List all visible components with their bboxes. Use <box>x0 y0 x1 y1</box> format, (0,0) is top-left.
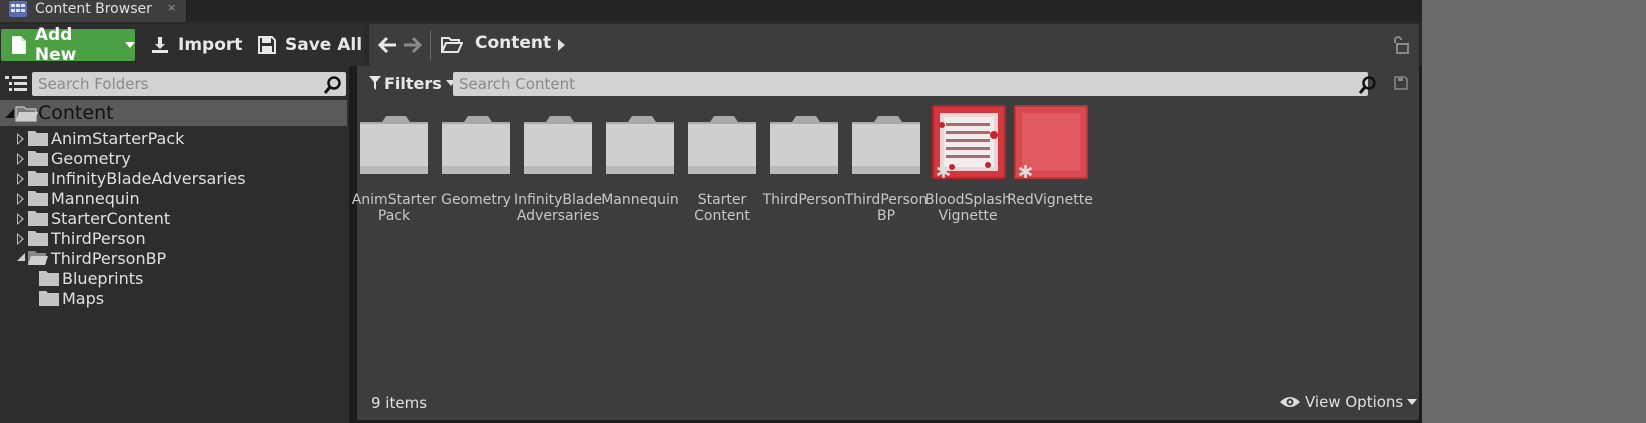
tab-close-icon[interactable]: × <box>167 1 176 14</box>
lock-icon[interactable] <box>1391 35 1411 55</box>
folder-icon <box>28 131 48 146</box>
collapsed-arrow-icon[interactable] <box>17 173 24 185</box>
content-browser-icon <box>9 1 27 17</box>
folder-icon <box>28 231 48 246</box>
asterisk-icon <box>936 165 951 178</box>
path-segment-content[interactable]: Content <box>475 33 551 53</box>
tree-item-label: Mannequin <box>51 189 140 208</box>
collapsed-arrow-icon[interactable] <box>17 213 24 225</box>
new-file-icon <box>11 36 26 54</box>
toolbar-actions: Add New Import Save All <box>0 24 364 66</box>
asset-tile-folder[interactable]: Mannequin <box>599 102 681 220</box>
save-all-button[interactable]: Save All <box>257 29 362 61</box>
save-all-label: Save All <box>285 35 363 55</box>
folder-icon <box>39 271 59 286</box>
item-count: 9 items <box>371 394 428 412</box>
eye-icon <box>1280 397 1300 407</box>
tab-content-browser[interactable]: Content Browser × <box>0 0 187 22</box>
folder-icon <box>360 116 428 174</box>
divider <box>430 30 431 60</box>
import-label: Import <box>178 35 243 55</box>
folder-icon <box>442 116 510 174</box>
search-icon[interactable] <box>324 76 342 94</box>
add-new-button[interactable]: Add New <box>1 25 135 65</box>
tab-title: Content Browser <box>35 1 152 17</box>
asset-tile-folder[interactable]: ThirdPerson BP <box>845 102 927 224</box>
filters-button[interactable]: Filters <box>369 71 456 95</box>
asset-tile-texture[interactable]: BloodSplash Vignette <box>925 102 1011 224</box>
path-chevron-right-icon[interactable] <box>558 39 565 51</box>
asset-tile-folder[interactable]: Starter Content <box>681 102 763 224</box>
search-icon[interactable] <box>1359 76 1377 94</box>
sources-panel-toggle-icon[interactable] <box>5 75 27 93</box>
folder-icon <box>606 116 674 174</box>
tab-bar: Content Browser × <box>0 0 1422 22</box>
save-search-icon[interactable] <box>1394 76 1408 90</box>
folder-icon <box>688 116 756 174</box>
tree-item-label: InfinityBladeAdversaries <box>51 169 246 188</box>
tree-item-content-root[interactable]: Content <box>0 100 347 126</box>
tree-item-label: Content <box>38 102 114 124</box>
editor-background <box>1422 0 1646 423</box>
add-new-label: Add New <box>34 25 77 65</box>
save-icon <box>258 36 276 54</box>
collapsed-arrow-icon[interactable] <box>17 233 24 245</box>
open-folder-icon <box>15 106 38 122</box>
folder-tree-panel: Content AnimStarterPack Geometry Infinit… <box>0 66 349 423</box>
folder-icon <box>770 116 838 174</box>
expanded-arrow-icon[interactable] <box>17 253 25 261</box>
folder-icon <box>28 151 48 166</box>
expanded-arrow-icon[interactable] <box>5 109 14 118</box>
content-browser-window: Content Browser × Add New Import Save Al… <box>0 0 1422 423</box>
asset-name: RedVignette <box>1007 192 1093 208</box>
tree-item-label: AnimStarterPack <box>51 129 185 148</box>
chevron-down-icon <box>1407 399 1418 405</box>
folder-icon <box>28 171 48 186</box>
asset-tile-folder[interactable]: ThirdPerson <box>763 102 845 220</box>
search-content-input[interactable] <box>453 72 1368 96</box>
open-folder-icon <box>441 37 463 53</box>
tree-item-label: Blueprints <box>62 269 144 288</box>
collapsed-arrow-icon[interactable] <box>17 153 24 165</box>
folder-icon <box>28 191 48 206</box>
folder-icon <box>39 291 59 306</box>
collapsed-arrow-icon[interactable] <box>17 193 24 205</box>
tree-item-label: ThirdPersonBP <box>51 249 167 268</box>
view-options-label: View Options <box>1305 393 1404 411</box>
chevron-down-icon <box>125 42 135 48</box>
folder-icon <box>524 116 592 174</box>
import-icon <box>152 37 168 53</box>
asset-tile-folder[interactable]: Geometry <box>435 102 517 220</box>
asset-tile-folder[interactable]: InfinityBlade Adversaries <box>514 102 602 224</box>
view-options-button[interactable]: View Options <box>1279 392 1418 412</box>
arrow-right-icon[interactable] <box>402 35 422 55</box>
tree-item-label: Maps <box>62 289 105 308</box>
folder-icon <box>28 211 48 226</box>
path-bar: Content <box>369 24 1419 66</box>
open-folder-icon <box>28 251 48 265</box>
filters-label: Filters <box>384 73 442 93</box>
tree-item-label: StarterContent <box>51 209 171 228</box>
folder-icon <box>852 116 920 174</box>
asterisk-icon <box>1018 165 1033 178</box>
asset-tile-texture[interactable]: RedVignette <box>1007 102 1093 220</box>
tree-item-label: ThirdPerson <box>51 229 146 248</box>
asset-view-panel: Filters AnimStarterPack <box>352 66 1419 420</box>
tree-item-label: Geometry <box>51 149 131 168</box>
import-button[interactable]: Import <box>150 29 242 61</box>
toolbar: Add New Import Save All Content <box>0 22 1422 66</box>
filter-icon <box>369 76 381 90</box>
arrow-left-icon[interactable] <box>378 35 398 55</box>
collapsed-arrow-icon[interactable] <box>17 133 24 145</box>
asset-tile-folder[interactable]: AnimStarter Pack <box>352 102 436 224</box>
search-folders-input[interactable] <box>32 72 346 96</box>
